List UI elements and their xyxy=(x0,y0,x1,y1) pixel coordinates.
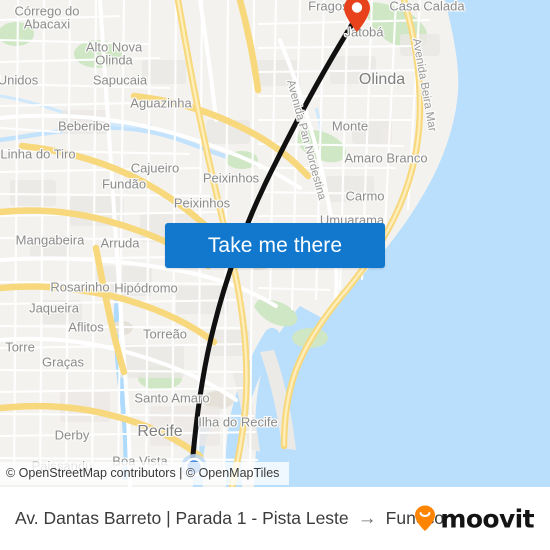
trip-origin: Av. Dantas Barreto | Parada 1 - Pista Le… xyxy=(15,508,349,528)
trip-summary-footer: Av. Dantas Barreto | Parada 1 - Pista Le… xyxy=(0,487,550,550)
moovit-trip-map-screen: Córrego do Abacaxi Alto Nova Olinda Sapucaia… xyxy=(0,0,550,550)
moovit-pin-icon xyxy=(415,505,436,531)
take-me-there-button[interactable]: Take me there xyxy=(165,223,385,268)
moovit-logo[interactable]: moovit xyxy=(413,504,535,533)
moovit-wordmark: moovit xyxy=(440,504,534,533)
map-canvas[interactable]: Córrego do Abacaxi Alto Nova Olinda Sapucaia… xyxy=(0,0,550,487)
trip-summary: Av. Dantas Barreto | Parada 1 - Pista Le… xyxy=(15,508,444,529)
arrow-right-icon: → xyxy=(357,508,377,529)
map-attribution[interactable]: © OpenStreetMap contributors | © OpenMap… xyxy=(0,462,290,485)
